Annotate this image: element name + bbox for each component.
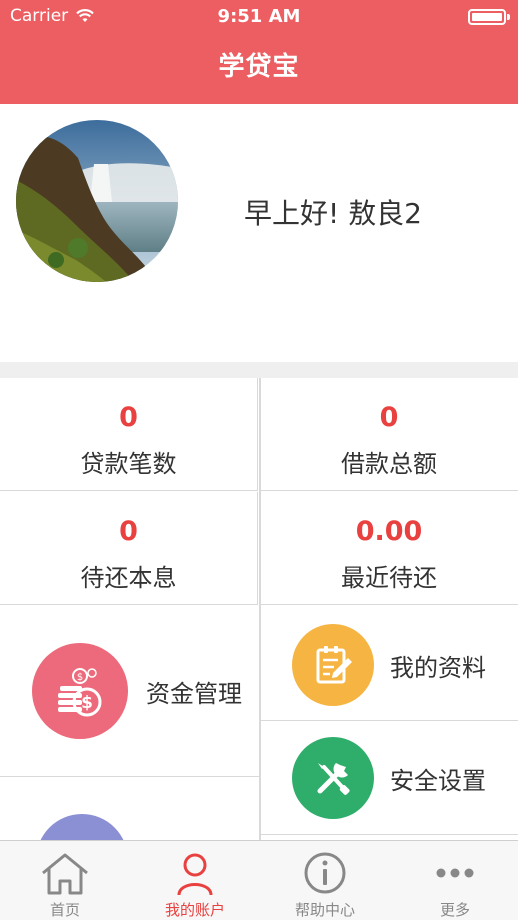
battery-icon: [468, 9, 510, 25]
avatar[interactable]: [16, 120, 178, 282]
tab-label: 我的账户: [164, 901, 225, 919]
tab-my-account[interactable]: 我的账户: [130, 841, 260, 920]
info-icon: [304, 852, 346, 894]
tab-help-center[interactable]: 帮助中心: [260, 841, 390, 920]
profile-header: 早上好! 敖良2: [0, 104, 518, 362]
tab-label: 首页: [49, 901, 80, 919]
greeting-text: 早上好! 敖良2: [244, 197, 422, 230]
stat-value: 0: [119, 402, 138, 433]
money-coins-icon: $ $: [32, 643, 128, 739]
menu-security-settings[interactable]: 安全设置: [292, 737, 486, 819]
stat-principal-interest-due[interactable]: 0 待还本息: [0, 492, 258, 605]
navigation-bar: Carrier 9:51 AM 学贷宝: [0, 0, 518, 104]
tab-bar: 首页 我的账户 帮助中心 更多: [0, 840, 518, 920]
menu-label: 资金管理: [146, 679, 242, 708]
stat-value: 0: [379, 402, 399, 433]
status-bar: Carrier 9:51 AM: [0, 0, 518, 34]
grid-divider: [259, 378, 261, 840]
stat-value: 0.00: [355, 516, 423, 547]
menu-label: 安全设置: [390, 766, 486, 795]
tab-home[interactable]: 首页: [0, 841, 130, 920]
stat-label: 待还本息: [80, 564, 177, 592]
tab-label: 更多: [439, 901, 470, 919]
menu-funds-management[interactable]: $ $ 资金管理: [32, 643, 242, 739]
stat-label: 贷款笔数: [80, 450, 177, 478]
grid-divider: [260, 720, 518, 721]
more-icon: [436, 868, 474, 878]
tools-icon: [292, 737, 374, 819]
status-time: 9:51 AM: [217, 6, 301, 27]
svg-text:$: $: [81, 693, 93, 713]
stat-label: 最近待还: [341, 564, 437, 592]
avatar-landscape-image: [16, 120, 178, 282]
menu-label: 我的资料: [390, 653, 486, 682]
document-edit-icon: [292, 624, 374, 706]
menu-my-profile[interactable]: 我的资料: [292, 624, 486, 706]
grid-divider: [260, 834, 518, 835]
tab-more[interactable]: 更多: [390, 841, 518, 920]
stat-recent-due[interactable]: 0.00 最近待还: [260, 492, 518, 605]
tab-label: 帮助中心: [294, 901, 355, 919]
section-divider: [0, 362, 518, 378]
stat-total-borrowed[interactable]: 0 借款总额: [260, 378, 518, 491]
stat-label: 借款总额: [341, 450, 437, 478]
stat-loan-count[interactable]: 0 贷款笔数: [0, 378, 258, 491]
grid-divider: [0, 776, 259, 777]
person-icon: [177, 853, 213, 896]
stat-value: 0: [119, 516, 138, 547]
page-title: 学贷宝: [218, 52, 300, 82]
home-icon: [42, 853, 88, 895]
svg-text:$: $: [77, 672, 83, 683]
